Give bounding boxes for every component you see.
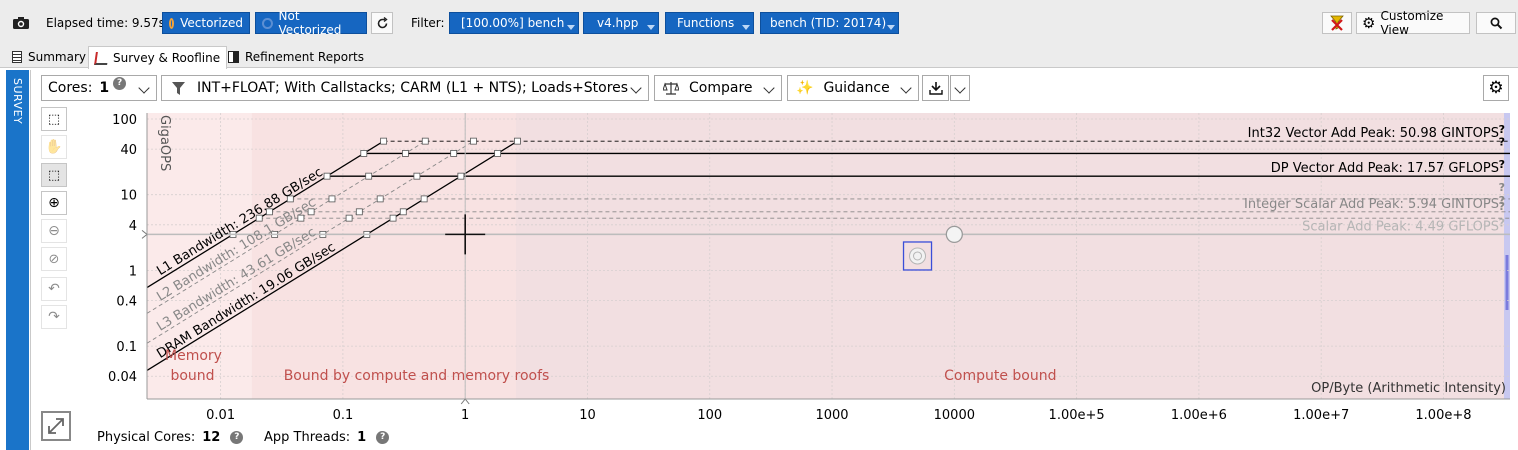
roof-intersection-marker	[355, 208, 363, 216]
help-icon[interactable]: ?	[230, 431, 244, 444]
app-threads-label: App Threads:	[264, 430, 351, 445]
roofline-chart[interactable]: 0.01 0.1 1 10 100 1000 10000 1.00e+5 1.00e+6 1.00…	[0, 0, 1518, 450]
roof-intersection-marker	[402, 150, 409, 157]
roof-intersection-marker	[421, 137, 429, 145]
app-threads-value: 1	[357, 430, 367, 445]
roof-help-mark: ?	[1499, 200, 1505, 213]
physical-cores-label: Physical Cores:	[97, 430, 196, 445]
roof-help-mark: ?	[1499, 135, 1505, 148]
roof-intersection-marker	[380, 137, 388, 145]
compute-bound-label: Compute bound	[944, 368, 1056, 384]
app-threads-status: App Threads: 1 ?	[264, 430, 390, 445]
roof-intersection-marker	[470, 137, 477, 145]
x-tick-label: 1.00e+5	[1049, 408, 1105, 423]
y-tick-label: 100	[112, 113, 137, 128]
roof-help-mark: ?	[1499, 123, 1505, 136]
mixed-bound-label: Bound by compute and memory roofs	[284, 368, 550, 384]
x-tick-label: 100	[697, 408, 722, 423]
compute-roof-label: Integer Scalar Add Peak: 5.94 GINTOPS	[1244, 197, 1499, 212]
roof-intersection-marker	[450, 150, 458, 157]
compute-bound-region	[515, 113, 1510, 399]
loop-point	[909, 247, 927, 265]
x-tick-label: 1	[461, 408, 469, 423]
x-tick-label: 0.1	[333, 408, 354, 423]
physical-cores-value: 12	[202, 430, 221, 445]
loop-point	[945, 225, 963, 244]
roof-help-mark: ?	[1499, 216, 1505, 229]
roof-intersection-marker	[345, 214, 353, 222]
roof-intersection-marker	[399, 208, 407, 216]
x-tick-label: 1000	[815, 408, 848, 423]
y-tick-label: 0.4	[116, 295, 137, 310]
x-axis-label: OP/Byte (Arithmetic Intensity)	[1311, 381, 1506, 396]
x-axis-pointer	[460, 398, 470, 405]
x-tick-label: 0.01	[206, 408, 235, 423]
compute-roof-label: DP Vector Add Peak: 17.57 GFLOPS	[1271, 161, 1499, 176]
y-tick-label: 0.1	[116, 340, 137, 355]
help-icon[interactable]: ?	[376, 431, 390, 444]
y-axis-pointer	[141, 229, 148, 239]
physical-cores-status: Physical Cores: 12 ?	[97, 430, 244, 445]
x-tick-label: 10	[579, 408, 596, 423]
compute-roof-label: Scalar Add Peak: 4.49 GFLOPS	[1302, 219, 1499, 234]
y-tick-label: 40	[120, 143, 137, 158]
roof-intersection-marker	[514, 137, 521, 145]
x-tick-label: 1.00e+6	[1171, 408, 1227, 423]
roof-intersection-marker	[389, 214, 397, 222]
roof-intersection-marker	[494, 150, 502, 157]
y-tick-label: 1	[129, 264, 137, 279]
y-tick-label: 10	[120, 189, 137, 204]
roof-intersection-marker	[360, 150, 368, 157]
x-tick-label: 1.00e+8	[1415, 408, 1471, 423]
y-tick-label: 4	[129, 219, 137, 234]
roof-intersection-marker	[420, 195, 428, 203]
memory-bound-label-2: bound	[170, 368, 214, 384]
roof-intersection-marker	[457, 172, 465, 180]
roof-intersection-marker	[328, 195, 336, 203]
compute-roof-label: Int32 Vector Add Peak: 50.98 GINTOPS	[1248, 126, 1499, 141]
memory-bound-label: Memory	[165, 348, 222, 364]
roof-intersection-marker	[365, 172, 373, 180]
x-tick-label: 10000	[934, 408, 975, 423]
roof-help-mark: ?	[1499, 158, 1505, 171]
y-axis-label: GigaOPS	[157, 115, 172, 171]
roof-intersection-marker	[413, 172, 421, 180]
y-tick-label: 0.04	[108, 370, 137, 385]
roof-intersection-marker	[376, 195, 384, 203]
x-tick-label: 1.00e+7	[1293, 408, 1349, 423]
roof-help-mark: ?	[1499, 181, 1505, 194]
roof-intersection-marker	[323, 172, 331, 180]
